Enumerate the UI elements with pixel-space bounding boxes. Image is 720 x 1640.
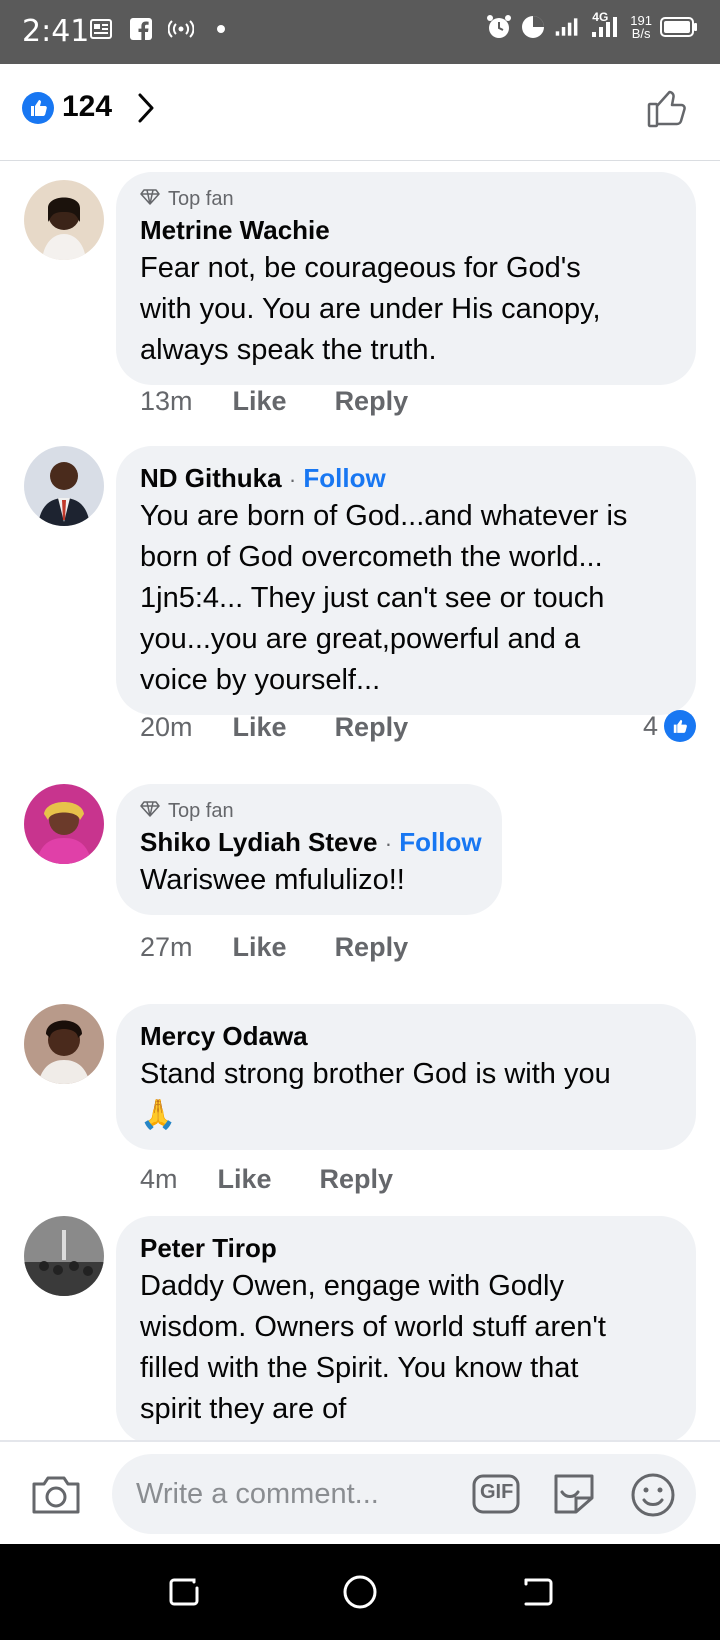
recent-apps-button[interactable] [166,1574,202,1615]
camera-icon[interactable] [30,1472,82,1521]
comment-text: Fear not, be courageous for God's with y… [140,252,601,366]
reactions-header: 124 [0,64,720,161]
author-name[interactable]: Metrine Wachie [140,215,330,245]
comment-actions: 4m Like Reply [140,1164,441,1195]
comment-reactions[interactable]: 4 [643,710,696,742]
comment-time: 27m [140,932,193,962]
like-reaction-icon [664,710,696,742]
follow-button[interactable]: Follow [399,827,481,857]
separator-dot: · [384,831,393,856]
top-fan-badge: Top fan [140,798,478,824]
reply-button[interactable]: Reply [320,1164,394,1195]
facebook-icon [128,16,154,42]
dot-icon [208,16,234,42]
comment-bubble[interactable]: Top fan Shiko Lydiah Steve · Follow Wari… [116,784,502,915]
signal-4g-icon: 4G [588,10,622,40]
comment-bubble[interactable]: Peter Tirop Daddy Owen, engage with Godl… [116,1216,696,1444]
like-button[interactable]: Like [218,1164,272,1195]
separator-dot: · [288,467,297,492]
signal-icon [554,14,580,40]
author-name[interactable]: Mercy Odawa [140,1021,308,1051]
comment-text: Daddy Owen, engage with Godly wisdom. Ow… [140,1270,606,1425]
reply-button[interactable]: Reply [335,712,409,743]
avatar[interactable] [24,1004,104,1084]
sticker-icon[interactable] [550,1472,598,1521]
emoji-icon[interactable] [630,1472,676,1523]
alarm-icon [486,14,512,40]
data-saver-icon [520,14,546,40]
avatar[interactable] [24,1216,104,1296]
avatar[interactable] [24,446,104,526]
like-button[interactable]: Like [233,932,287,963]
reaction-count: 4 [642,710,658,741]
author-name[interactable]: Shiko Lydiah Steve [140,827,377,857]
comment-actions: 27m Like Reply [140,932,456,963]
avatar[interactable] [24,784,104,864]
hotspot-icon [168,16,194,42]
comment-bubble[interactable]: Top fan Metrine Wachie Fear not, be cour… [116,172,696,385]
comments-sheet: 124 Top fan Metrine Wachie Fear not, be … [0,64,720,1544]
reply-button[interactable]: Reply [335,932,409,963]
reaction-count[interactable]: 124 [62,90,112,124]
comment-text: Stand strong brother God is with you 🙏 [140,1058,611,1131]
back-button[interactable] [520,1574,556,1615]
status-bar: 2:41 4G 191 B/s [0,0,720,64]
battery-icon [660,14,698,40]
thumbs-up-button[interactable] [646,86,690,135]
author-name[interactable]: ND Githuka [140,463,282,493]
comment-input-container[interactable]: GIF [112,1454,696,1534]
status-time: 2:41 [22,14,90,49]
comment-actions: 13m Like Reply [140,386,456,417]
comment-composer: GIF [0,1440,720,1544]
comment-time: 20m [140,712,193,742]
avatar[interactable] [24,180,104,260]
follow-button[interactable]: Follow [303,463,385,493]
comment-bubble[interactable]: Mercy Odawa Stand strong brother God is … [116,1004,696,1150]
comment-input[interactable] [136,1474,436,1514]
author-name[interactable]: Peter Tirop [140,1233,277,1263]
diamond-icon [140,800,160,823]
reply-button[interactable]: Reply [335,386,409,417]
like-button[interactable]: Like [233,712,287,743]
comment-text: Wariswee mfululizo!! [140,864,405,896]
net-speed: 191 B/s [630,13,652,41]
diamond-icon [140,188,160,211]
home-button[interactable] [342,1574,378,1615]
chevron-right-icon[interactable] [136,92,156,129]
gif-button[interactable]: GIF [472,1472,520,1521]
like-button[interactable]: Like [233,386,287,417]
comment-time: 13m [140,386,193,416]
top-fan-badge: Top fan [140,186,672,212]
news-icon [88,16,114,42]
like-reaction-icon [22,92,54,124]
comment-text: You are born of God...and whatever is bo… [140,500,628,696]
comment-actions: 20m Like Reply [140,712,456,743]
comment-bubble[interactable]: ND Githuka · Follow You are born of God.… [116,446,696,715]
comment-time: 4m [140,1164,178,1194]
system-nav-bar [0,1544,720,1640]
